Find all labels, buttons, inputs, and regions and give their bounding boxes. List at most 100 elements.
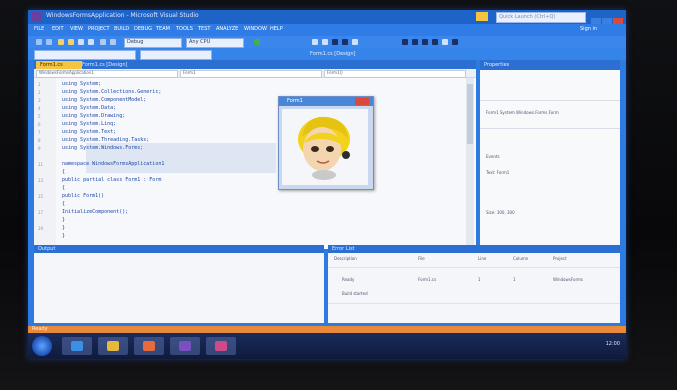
clock[interactable]: 12:00 (606, 341, 620, 347)
table-cell: WindowsForms (553, 277, 584, 282)
toolbar-icon-3[interactable] (332, 39, 338, 45)
menu-analyze[interactable]: ANALYZE (216, 26, 238, 32)
toolbar-icon-9[interactable] (432, 39, 438, 45)
code-line: namespace WindowsFormsApplication1 (62, 161, 165, 167)
toolbar-icon-6[interactable] (402, 39, 408, 45)
form1-title-bar[interactable]: Form1 (279, 97, 373, 106)
property-row[interactable]: Size: 300, 300 (486, 210, 515, 215)
code-line: { (62, 201, 66, 207)
code-editor[interactable]: WindowsFormsApplication1 Form1 Form1() 1… (34, 69, 476, 249)
divider (480, 128, 620, 129)
media-player-icon (143, 341, 155, 351)
property-row[interactable]: Events (486, 154, 500, 159)
taskbar-visual-studio[interactable] (170, 337, 200, 355)
quick-launch-input[interactable]: Quick Launch (Ctrl+Q) (496, 12, 586, 23)
sign-in-link[interactable]: Sign in (580, 26, 597, 32)
save-all-icon[interactable] (88, 39, 94, 45)
menu-test[interactable]: TEST (198, 26, 210, 32)
line-number: 8 (38, 138, 41, 143)
divider (328, 303, 620, 304)
code-line: using System; (62, 81, 102, 87)
start-button[interactable] (32, 336, 52, 356)
member-combo[interactable] (140, 50, 212, 60)
line-number: 3 (38, 98, 41, 103)
taskbar-media[interactable] (134, 337, 164, 355)
menu-project[interactable]: PROJECT (88, 26, 110, 32)
line-number: 15 (38, 194, 44, 199)
menu-window[interactable]: WINDOW (244, 26, 267, 32)
line-number: 1 (38, 82, 41, 87)
save-icon[interactable] (78, 39, 84, 45)
taskbar-app[interactable] (206, 337, 236, 355)
output-title: Output (38, 246, 56, 252)
visual-studio-icon (32, 12, 42, 22)
menu-view[interactable]: VIEW (70, 26, 83, 32)
code-line: using System.Text; (62, 129, 117, 135)
column-header[interactable]: Description (334, 256, 357, 261)
solution-explorer-combo[interactable] (34, 50, 136, 60)
property-row[interactable]: Text: Form1 (486, 170, 509, 175)
column-header[interactable]: Project (553, 256, 567, 261)
layout-toolbar: Form1.cs [Design] (28, 48, 626, 60)
line-number: 7 (38, 130, 41, 135)
menu-tools[interactable]: TOOLS (176, 26, 193, 32)
forward-icon[interactable] (46, 39, 52, 45)
menu-build[interactable]: BUILD (114, 26, 129, 32)
toolbar-icon-7[interactable] (412, 39, 418, 45)
visual-studio-task-icon (179, 341, 191, 351)
code-line: } (62, 217, 66, 223)
code-line: using System.Data; (62, 105, 117, 111)
table-cell: Build started (342, 291, 368, 296)
member-nav-combo[interactable]: Form1() (324, 70, 466, 78)
toolbar-icon-4[interactable] (342, 39, 348, 45)
form1-window[interactable]: Form1 (278, 96, 374, 190)
menu-debug[interactable]: DEBUG (134, 26, 152, 32)
toolbar-icon-8[interactable] (422, 39, 428, 45)
menu-edit[interactable]: EDIT (52, 26, 64, 32)
type-nav-combo[interactable]: Form1 (180, 70, 322, 78)
menu-team[interactable]: TEAM (156, 26, 170, 32)
configuration-value: Debug (127, 39, 144, 45)
properties-pane: Properties Form1 System.Windows.Forms.Fo… (480, 60, 620, 249)
line-number: 4 (38, 106, 41, 111)
line-number-gutter: 1 2 3 4 5 6 7 8 9 11 13 15 17 19 (34, 78, 56, 249)
configuration-select[interactable]: Debug (124, 38, 182, 48)
project-nav-value: WindowsFormsApplication1 (39, 70, 94, 75)
back-icon[interactable] (36, 39, 42, 45)
notification-flag-icon[interactable] (476, 12, 488, 21)
toolbar-icon-5[interactable] (352, 39, 358, 45)
toolbar-icon-1[interactable] (312, 39, 318, 45)
code-line: using System.Windows.Forms; (62, 145, 144, 151)
property-row[interactable]: Form1 System.Windows.Forms.Form (486, 110, 559, 115)
open-icon[interactable] (68, 39, 74, 45)
project-nav-combo[interactable]: WindowsFormsApplication1 (36, 70, 178, 78)
laptop-bezel: WindowsFormsApplication - Microsoft Visu… (0, 0, 677, 390)
code-line: using System.ComponentModel; (62, 97, 147, 103)
tab-form1-design[interactable]: Form1.cs [Design] (78, 61, 127, 69)
undo-icon[interactable] (100, 39, 106, 45)
toolbar-icon-11[interactable] (452, 39, 458, 45)
column-header[interactable]: File (418, 256, 425, 261)
standard-toolbar: Debug Any CPU (28, 36, 626, 48)
column-header[interactable]: Line (478, 256, 486, 261)
column-header[interactable]: Column (513, 256, 528, 261)
error-list-title: Error List (332, 246, 355, 252)
divider (328, 267, 620, 268)
form1-close-button[interactable] (355, 98, 369, 105)
menu-help[interactable]: HELP (270, 26, 283, 32)
start-debugging-icon[interactable] (254, 39, 260, 45)
toolbar-icon-2[interactable] (322, 39, 328, 45)
new-project-icon[interactable] (58, 39, 64, 45)
form1-canvas (282, 109, 368, 185)
code-line: { (62, 185, 66, 191)
taskbar-ie[interactable] (62, 337, 92, 355)
taskbar-explorer[interactable] (98, 337, 128, 355)
scrollbar-thumb[interactable] (467, 84, 473, 144)
tab-form1-cs[interactable]: Form1.cs (36, 61, 82, 69)
redo-icon[interactable] (110, 39, 116, 45)
platform-select[interactable]: Any CPU (186, 38, 244, 48)
output-pane: Output (34, 245, 324, 323)
menu-file[interactable]: FILE (34, 26, 44, 32)
toolbar-icon-10[interactable] (442, 39, 448, 45)
editor-scrollbar[interactable] (466, 78, 474, 249)
